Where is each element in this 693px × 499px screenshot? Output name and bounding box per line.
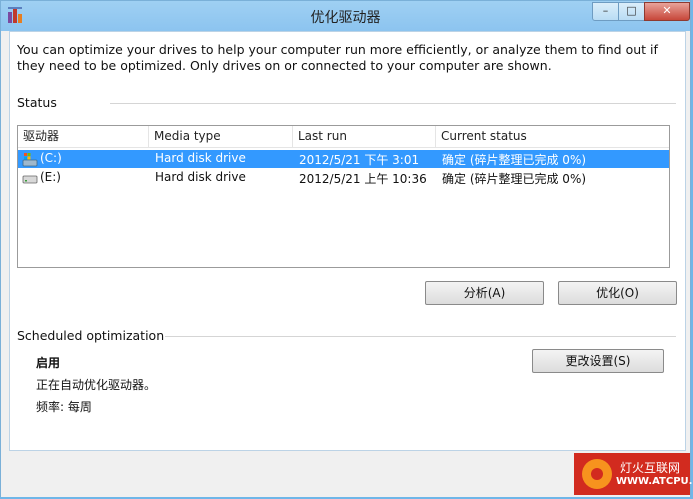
scheduled-section-label: Scheduled optimization bbox=[17, 328, 165, 343]
hard-drive-icon bbox=[22, 175, 38, 184]
site-watermark: 灯火互联网 WWW.ATCPU.COM bbox=[574, 453, 693, 495]
system-drive-icon bbox=[22, 153, 38, 167]
title-bar[interactable]: 优化驱动器 – □ ✕ bbox=[1, 1, 690, 31]
schedule-state: 启用 bbox=[36, 356, 61, 370]
status-divider bbox=[110, 103, 676, 104]
maximize-button[interactable]: □ bbox=[618, 2, 645, 21]
drive-last-run: 2012/5/21 上午 10:36 bbox=[299, 172, 427, 186]
drive-list[interactable]: 驱动器 Media type Last run Current status (… bbox=[17, 125, 670, 268]
watermark-title: 灯火互联网 bbox=[620, 461, 681, 475]
column-header-drive[interactable]: 驱动器 bbox=[18, 126, 149, 147]
drive-media-type: Hard disk drive bbox=[155, 151, 246, 165]
drive-media-type: Hard disk drive bbox=[155, 170, 246, 184]
column-header-media-type[interactable]: Media type bbox=[149, 126, 293, 147]
scheduled-divider bbox=[165, 336, 676, 337]
watermark-url: WWW.ATCPU.COM bbox=[616, 476, 693, 487]
drive-status: 确定 (碎片整理已完成 0%) bbox=[442, 172, 587, 186]
drive-row-e[interactable]: (E:) Hard disk drive 2012/5/21 上午 10:36 … bbox=[18, 169, 669, 187]
dialog-content: You can optimize your drives to help you… bbox=[9, 31, 686, 451]
drive-status: 确定 (碎片整理已完成 0%) bbox=[442, 153, 587, 167]
list-header: 驱动器 Media type Last run Current status bbox=[18, 126, 669, 148]
status-section-label: Status bbox=[17, 95, 57, 110]
drive-name: (E:) bbox=[40, 170, 61, 184]
schedule-message: 正在自动优化驱动器。 bbox=[36, 378, 157, 392]
optimize-button[interactable]: 优化(O) bbox=[558, 281, 677, 305]
drive-name: (C:) bbox=[40, 151, 62, 165]
schedule-frequency: 频率: 每周 bbox=[36, 400, 92, 414]
column-header-current-status[interactable]: Current status bbox=[436, 126, 669, 147]
drive-row-c[interactable]: (C:) Hard disk drive 2012/5/21 下午 3:01 确… bbox=[18, 150, 669, 168]
watermark-logo-icon bbox=[582, 459, 612, 489]
window-title: 优化驱动器 bbox=[310, 10, 381, 26]
close-button[interactable]: ✕ bbox=[644, 2, 690, 21]
minimize-button[interactable]: – bbox=[592, 2, 619, 21]
analyze-button[interactable]: 分析(A) bbox=[425, 281, 544, 305]
column-header-last-run[interactable]: Last run bbox=[293, 126, 436, 147]
optimize-drives-window: 优化驱动器 – □ ✕ You can optimize your drives… bbox=[0, 0, 691, 497]
change-settings-button[interactable]: 更改设置(S) bbox=[532, 349, 664, 373]
drive-last-run: 2012/5/21 下午 3:01 bbox=[299, 153, 420, 167]
description-text: You can optimize your drives to help you… bbox=[17, 42, 658, 73]
